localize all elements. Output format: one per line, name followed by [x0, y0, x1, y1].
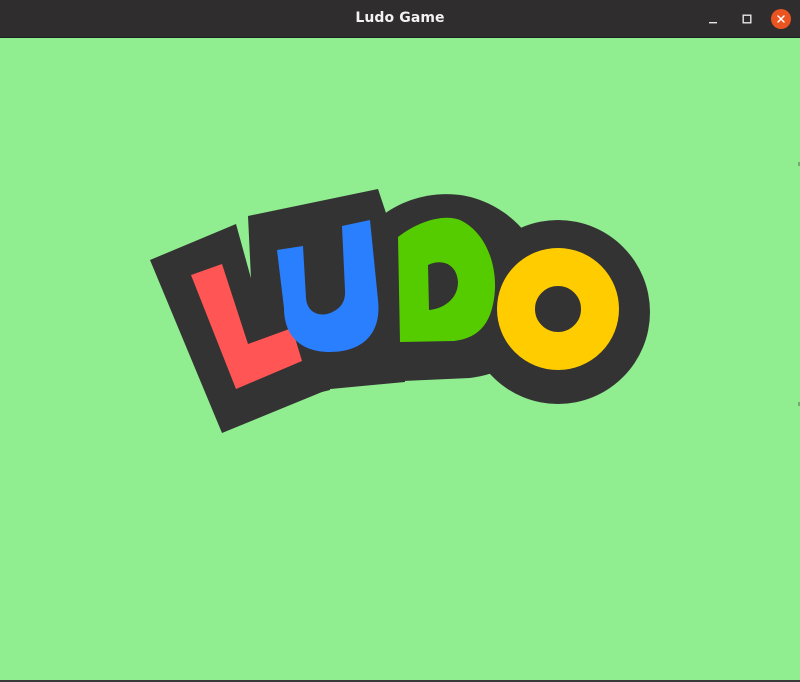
- ludo-game-window: Ludo Game LUDO: [0, 0, 800, 682]
- close-button[interactable]: [771, 9, 791, 29]
- game-canvas[interactable]: LUDO: [0, 38, 800, 682]
- title-bar[interactable]: Ludo Game: [0, 0, 800, 38]
- maximize-icon: [742, 14, 752, 24]
- minimize-icon: [709, 22, 717, 24]
- maximize-button[interactable]: [737, 9, 757, 29]
- window-title: Ludo Game: [355, 10, 445, 26]
- ludo-logo: [150, 189, 650, 433]
- minimize-button[interactable]: [703, 9, 723, 29]
- close-icon: [777, 15, 785, 23]
